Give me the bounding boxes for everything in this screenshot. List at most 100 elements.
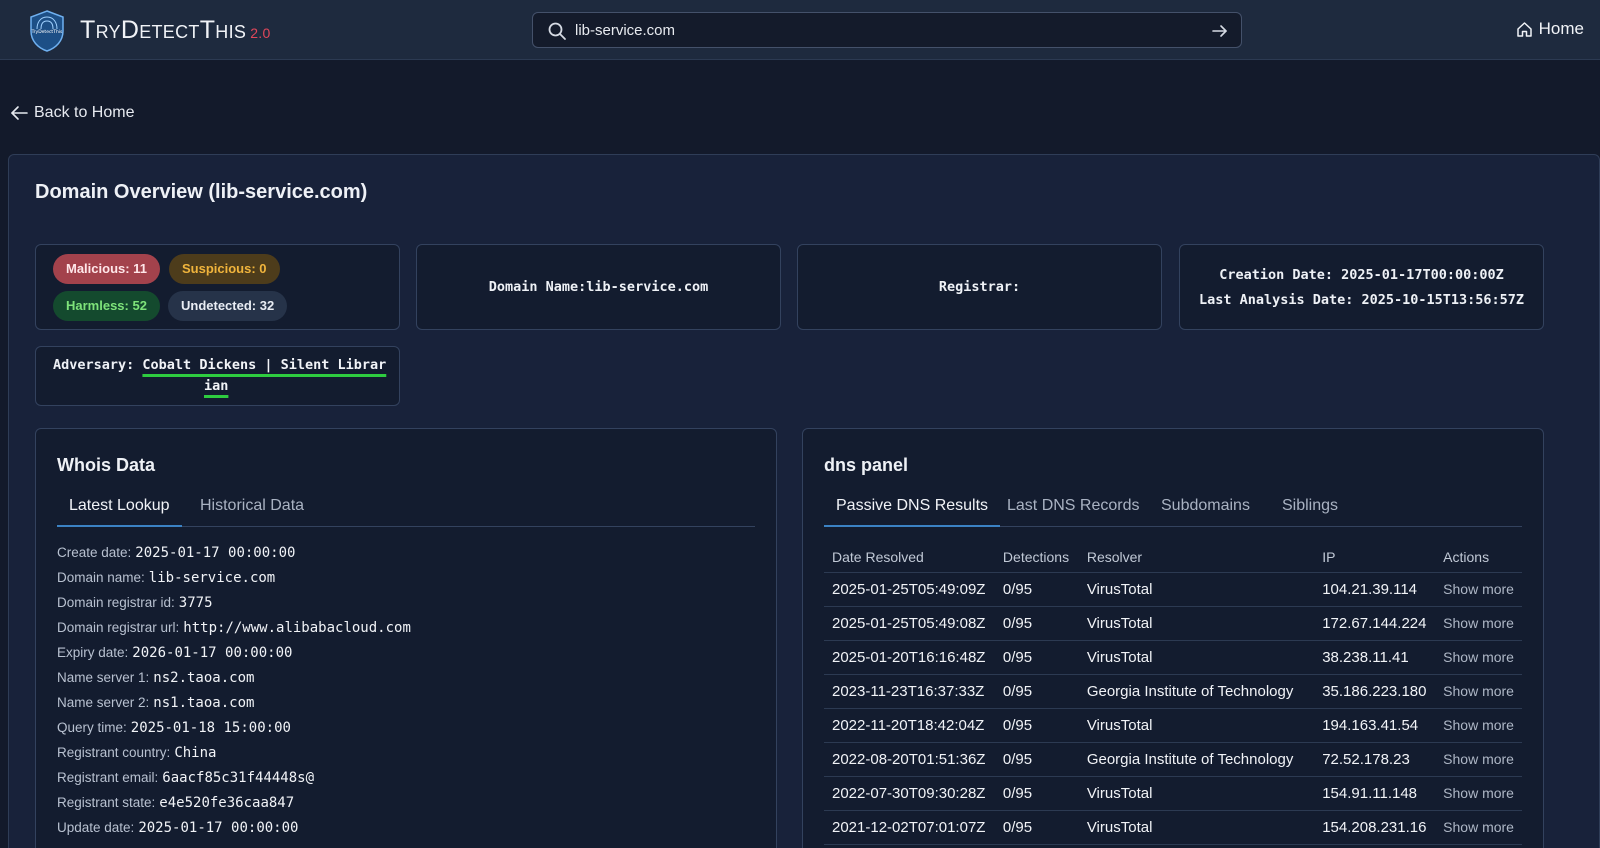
table-cell: 2022-11-20T18:42:04Z [824, 708, 995, 743]
home-link[interactable]: Home [1516, 19, 1584, 39]
table-cell: Georgia Institute of Technology [1078, 674, 1315, 709]
whois-field-label: Expiry date: [57, 645, 129, 660]
search-input[interactable] [575, 13, 1175, 47]
table-cell: 0/95 [994, 708, 1079, 743]
table-cell: 0/95 [994, 674, 1079, 709]
search-icon [548, 22, 566, 40]
table-row: 2022-11-20T18:42:04Z 0/95 VirusTotal 194.16… [824, 708, 1522, 743]
whois-field-label: Domain registrar id: [57, 595, 175, 610]
table-cell: VirusTotal [1078, 606, 1315, 641]
undetected-badge: Undetected: 32 [168, 291, 288, 321]
show-more-button[interactable]: Show more [1435, 640, 1522, 675]
table-cell: VirusTotal [1078, 640, 1315, 675]
table-cell: VirusTotal [1078, 572, 1315, 607]
table-cell: 0/95 [994, 606, 1079, 641]
table-header-row: Date Resolved Detections Resolver IP Actions [824, 542, 1522, 573]
top-navbar: TryDetectThis TryDetectThis2.0 Home [0, 0, 1600, 60]
whois-field-value: 2025-01-17 00:00:00 [135, 545, 296, 561]
arrow-left-icon [11, 106, 28, 120]
table-cell: 2025-01-25T05:49:08Z [824, 606, 995, 641]
whois-field-value: e4e520fe36caa847 [159, 795, 295, 811]
table-cell: 194.163.41.54 [1314, 708, 1436, 743]
whois-field: Query time: 2025-01-18 15:00:00 [57, 720, 291, 736]
dns-title: dns panel [824, 455, 909, 475]
whois-field: Name server 2: ns1.taoa.com [57, 695, 254, 711]
tab-siblings[interactable]: Siblings [1282, 497, 1338, 527]
whois-field-value: 2026-01-17 00:00:00 [132, 645, 293, 661]
dates-box: Creation Date: 2025-01-17T00:00:00Z Last… [1179, 244, 1544, 330]
show-more-button[interactable]: Show more [1435, 742, 1522, 777]
dns-tabs: Passive DNS Results Last DNS Records Sub… [824, 491, 1522, 527]
column-header[interactable]: Actions [1435, 542, 1522, 573]
brand-name[interactable]: TryDetectThis 2.0 [80, 16, 271, 45]
show-more-button[interactable]: Show more [1435, 674, 1522, 709]
show-more-button[interactable]: Show more [1435, 776, 1522, 811]
suspicious-badge: Suspicious: 0 [169, 254, 280, 284]
registrar-box: Registrar: [797, 244, 1162, 330]
whois-field-label: Name server 2: [57, 695, 150, 710]
tab-latest-lookup[interactable]: Latest Lookup [57, 497, 182, 527]
table-cell: Georgia Institute of Technology [1078, 742, 1315, 777]
dns-panel: dns panel Passive DNS Results Last DNS R… [802, 428, 1544, 848]
creation-date-text: Creation Date: 2025-01-17T00:00:00Z [1219, 267, 1504, 283]
whois-field-label: Domain name: [57, 570, 145, 585]
tab-passive-dns[interactable]: Passive DNS Results [824, 497, 1001, 527]
whois-field: Domain name: lib-service.com [57, 570, 275, 586]
table-row: 2025-01-25T05:49:08Z 0/95 VirusTotal 172.67… [824, 606, 1522, 641]
whois-field-value: 6aacf85c31f44448s@ [162, 770, 315, 786]
whois-field-value: 2025-01-18 15:00:00 [130, 720, 291, 736]
whois-field-label: Registrant email: [57, 770, 159, 785]
column-header[interactable]: IP [1314, 542, 1436, 573]
arrow-right-icon[interactable] [1211, 22, 1229, 40]
adversary-box: Adversary: Cobalt Dickens | Silent Libra… [35, 346, 400, 406]
home-label: Home [1538, 19, 1584, 38]
malicious-badge: Malicious: 11 [53, 254, 160, 284]
table-cell: 38.238.11.41 [1314, 640, 1436, 675]
whois-field-value: http://www.alibabacloud.com [183, 620, 411, 636]
show-more-button[interactable]: Show more [1435, 606, 1522, 641]
whois-field-value: 2025-01-17 00:00:00 [138, 820, 299, 836]
table-cell: 2023-11-23T16:37:33Z [824, 674, 995, 709]
back-label: Back to Home [34, 104, 135, 121]
back-to-home-link[interactable]: Back to Home [10, 104, 134, 122]
whois-field-value: lib-service.com [148, 570, 276, 586]
table-row: 2023-11-23T16:37:33Z 0/95 Georgia Institut… [824, 674, 1522, 709]
shield-logo-icon[interactable]: TryDetectThis [28, 9, 66, 53]
table-cell: 172.67.144.224 [1314, 606, 1436, 641]
table-cell: 0/95 [994, 776, 1079, 811]
table-cell: 104.21.39.114 [1314, 572, 1436, 607]
whois-field-value: ns1.taoa.com [153, 695, 255, 711]
tab-subdomains[interactable]: Subdomains [1161, 497, 1250, 527]
table-row: 2021-12-02T07:01:07Z 0/95 VirusTotal 154.20… [824, 810, 1522, 845]
column-header[interactable]: Resolver [1078, 542, 1315, 573]
table-cell: VirusTotal [1078, 810, 1315, 845]
table-cell: 2021-12-02T07:01:07Z [824, 810, 995, 845]
adversary-link[interactable]: Cobalt Dickens | Silent Librar [142, 357, 386, 373]
table-cell: 2022-08-20T01:51:36Z [824, 742, 995, 777]
table-cell: VirusTotal [1078, 708, 1315, 743]
whois-field: Create date: 2025-01-17 00:00:00 [57, 545, 295, 561]
whois-panel: Whois Data Latest Lookup Historical Data… [35, 428, 777, 848]
domain-name-box: Domain Name:lib-service.com [416, 244, 781, 330]
search-bar [532, 12, 1242, 48]
whois-field: Domain registrar url: http://www.alibabac… [57, 620, 411, 636]
whois-field: Registrant email: 6aacf85c31f44448s@ [57, 770, 314, 786]
tab-historical-data[interactable]: Historical Data [200, 497, 304, 527]
whois-field-label: Registrant country: [57, 745, 171, 760]
table-cell: 0/95 [994, 572, 1079, 607]
svg-text:TryDetectThis: TryDetectThis [31, 29, 63, 35]
show-more-button[interactable]: Show more [1435, 810, 1522, 845]
show-more-button[interactable]: Show more [1435, 708, 1522, 743]
whois-field: Registrant state: e4e520fe36caa847 [57, 795, 294, 811]
whois-field-label: Registrant state: [57, 795, 156, 810]
domain-overview-card: Domain Overview (lib-service.com) Malici… [8, 154, 1600, 848]
show-more-button[interactable]: Show more [1435, 572, 1522, 607]
tab-last-dns-records[interactable]: Last DNS Records [1007, 497, 1140, 527]
table-cell: 0/95 [994, 810, 1079, 845]
table-row: 2022-07-30T09:30:28Z 0/95 VirusTotal 154.91… [824, 776, 1522, 811]
home-icon [1516, 21, 1532, 37]
adversary-link-continued[interactable]: ian [204, 378, 228, 394]
whois-field: Expiry date: 2026-01-17 00:00:00 [57, 645, 292, 661]
column-header[interactable]: Date Resolved [824, 542, 995, 573]
column-header[interactable]: Detections [994, 542, 1079, 573]
